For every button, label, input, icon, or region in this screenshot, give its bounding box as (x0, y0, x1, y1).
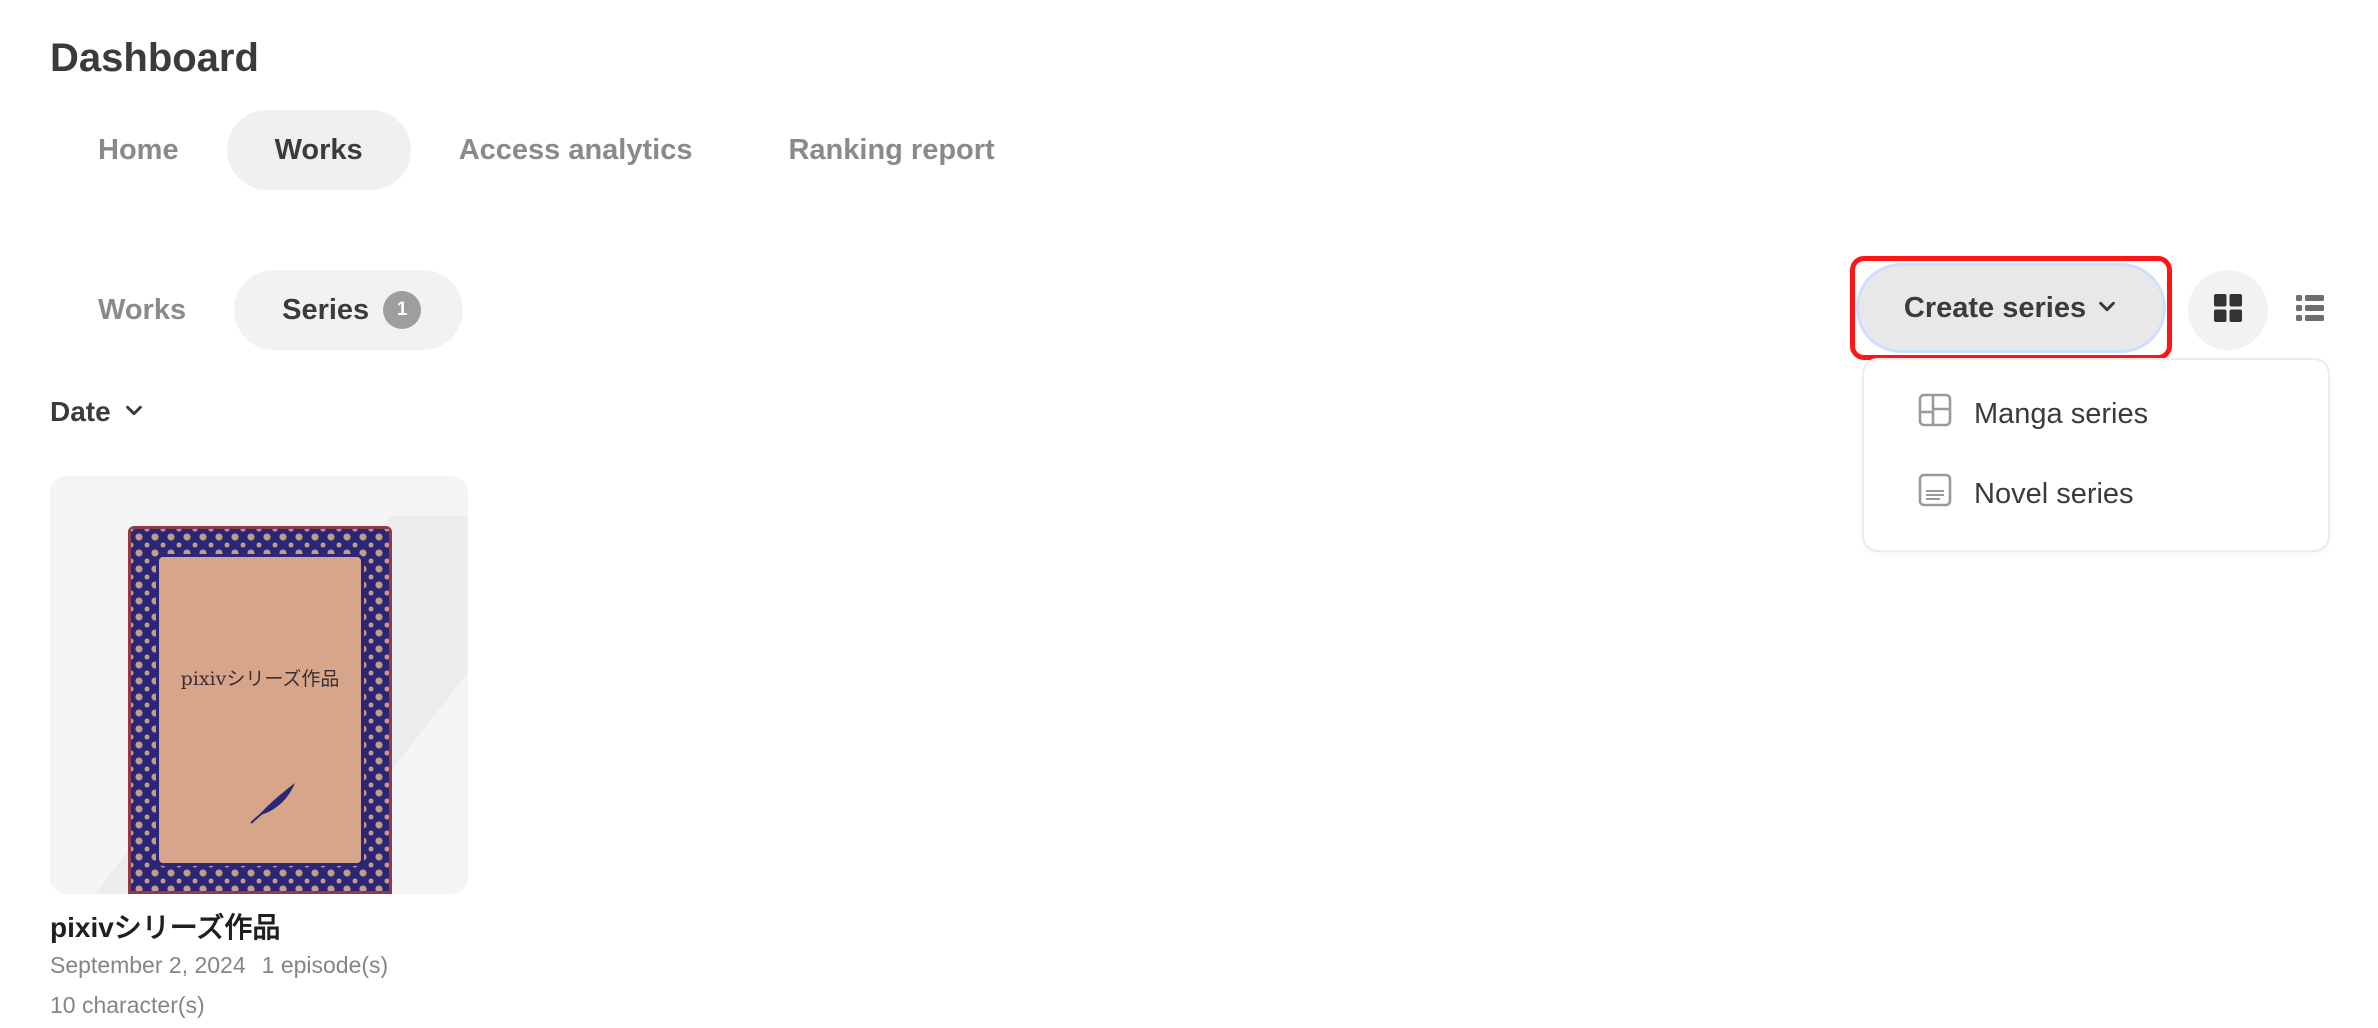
series-title-link[interactable]: pixivシリーズ作品 (50, 906, 280, 946)
menu-item-manga-series[interactable]: Manga series (1864, 374, 2328, 454)
dashboard-page: Dashboard Home Works Access analytics Ra… (0, 0, 2378, 1028)
menu-item-label: Manga series (1974, 397, 2149, 430)
tab-ranking-report[interactable]: Ranking report (740, 110, 1042, 190)
create-series-label: Create series (1903, 291, 2087, 324)
tab-home[interactable]: Home (50, 110, 227, 190)
create-series-button[interactable]: Create series (1859, 266, 2163, 350)
subtab-series[interactable]: Series 1 (234, 270, 464, 350)
series-meta: September 2, 2024 1 episode(s) (50, 952, 388, 979)
series-character-count: 10 character(s) (50, 992, 205, 1018)
quill-icon (249, 781, 299, 830)
grid-view-button[interactable] (2188, 270, 2268, 350)
cover-panel: pixivシリーズ作品 (159, 557, 361, 863)
list-view-button[interactable] (2270, 270, 2350, 350)
list-view-icon (2295, 293, 2325, 328)
series-date: September 2, 2024 (50, 952, 246, 978)
sort-dropdown[interactable]: Date (50, 396, 145, 428)
subtab-works[interactable]: Works (50, 270, 234, 350)
cover-title: pixivシリーズ作品 (180, 668, 340, 690)
chevron-down-icon (123, 396, 145, 428)
subtab-works-label: Works (98, 293, 187, 326)
series-episodes: 1 episode(s) (261, 952, 389, 978)
novel-page-icon (1918, 473, 1952, 515)
menu-item-novel-series[interactable]: Novel series (1864, 454, 2328, 534)
main-nav: Home Works Access analytics Ranking repo… (50, 110, 1043, 190)
page-title: Dashboard (50, 36, 259, 80)
menu-item-label: Novel series (1974, 477, 2134, 510)
tab-works[interactable]: Works (226, 110, 411, 190)
subtab-series-label: Series (282, 293, 370, 326)
manga-panel-icon (1918, 393, 1952, 435)
grid-view-icon (2213, 293, 2243, 328)
tab-access-analytics[interactable]: Access analytics (411, 110, 741, 190)
series-cover: pixivシリーズ作品 (128, 526, 392, 894)
sub-nav: Works Series 1 (50, 270, 464, 350)
series-count-badge: 1 (383, 291, 422, 329)
create-series-menu: Manga series Novel series (1862, 358, 2330, 552)
sort-label: Date (50, 396, 111, 427)
chevron-down-icon (2096, 292, 2118, 325)
create-series-highlight: Create series (1850, 256, 2172, 360)
series-card-thumbnail[interactable]: pixivシリーズ作品 (50, 476, 468, 894)
